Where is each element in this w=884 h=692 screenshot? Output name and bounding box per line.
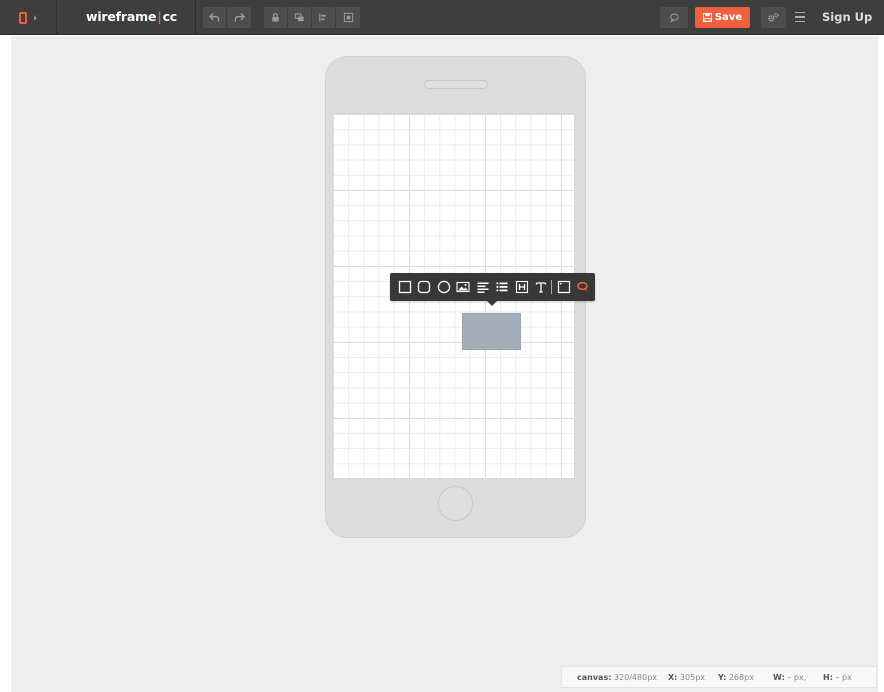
lock-button[interactable] bbox=[264, 7, 288, 28]
paragraph-icon bbox=[477, 282, 489, 293]
status-h-label: H: bbox=[823, 673, 833, 682]
brand-logo-part: wireframe bbox=[86, 9, 157, 24]
status-h-value: – px bbox=[835, 673, 852, 682]
undo-button[interactable] bbox=[203, 7, 227, 28]
status-x: X: 305px bbox=[668, 673, 705, 682]
align-button[interactable] bbox=[312, 7, 336, 28]
settings-button[interactable] bbox=[761, 7, 786, 28]
status-w-value: – px, bbox=[787, 673, 807, 682]
add-image-button[interactable] bbox=[454, 276, 474, 298]
heading-icon bbox=[515, 280, 528, 294]
square-icon bbox=[398, 280, 411, 294]
redo-icon bbox=[234, 13, 245, 22]
brand-logo: wireframe | cc bbox=[86, 9, 177, 24]
save-button-label: Save bbox=[714, 12, 743, 23]
divider bbox=[195, 0, 196, 35]
save-icon bbox=[702, 13, 712, 22]
top-bar: wireframe | cc Save Sign Up bbox=[0, 0, 884, 35]
center-button[interactable] bbox=[336, 7, 360, 28]
brand-logo-part: cc bbox=[162, 9, 178, 24]
phone-speaker bbox=[424, 80, 488, 89]
sign-up-link[interactable]: Sign Up bbox=[822, 10, 872, 24]
brand-logo-pipe: | bbox=[157, 9, 162, 24]
rounded-square-icon bbox=[418, 280, 431, 294]
status-y: Y: 268px bbox=[718, 673, 754, 682]
status-x-label: X: bbox=[668, 673, 678, 682]
image-icon bbox=[456, 281, 470, 293]
device-selector-button[interactable] bbox=[0, 0, 57, 35]
status-canvas-value: 320/480px bbox=[613, 673, 658, 682]
save-button[interactable]: Save bbox=[695, 7, 750, 28]
phone-icon bbox=[19, 11, 27, 24]
browser-box-icon bbox=[557, 280, 570, 294]
phone-home-button bbox=[438, 486, 473, 521]
status-h: H: – px bbox=[823, 673, 852, 682]
add-heading-button[interactable] bbox=[512, 276, 532, 298]
bring-forward-button[interactable] bbox=[288, 7, 312, 28]
add-comment-button[interactable] bbox=[574, 276, 594, 298]
add-circle-button[interactable] bbox=[434, 276, 454, 298]
history-group bbox=[203, 7, 251, 28]
selected-element[interactable] bbox=[462, 313, 521, 350]
add-paragraph-button[interactable] bbox=[473, 276, 493, 298]
app: wireframe | cc Save Sign Up canvas: 320/… bbox=[0, 0, 884, 692]
arrange-group bbox=[264, 7, 360, 28]
undo-icon bbox=[209, 13, 220, 22]
status-w-label: W: bbox=[773, 673, 785, 682]
align-left-icon bbox=[319, 13, 326, 22]
comment-icon bbox=[577, 281, 589, 292]
text-icon bbox=[536, 282, 547, 293]
element-picker-popup bbox=[390, 273, 595, 306]
gears-icon bbox=[768, 12, 779, 22]
redo-button[interactable] bbox=[227, 7, 251, 28]
comment-icon bbox=[669, 13, 679, 23]
status-bar: canvas: 320/480px X: 305px Y: 268px W: –… bbox=[561, 666, 877, 688]
menu-icon[interactable] bbox=[795, 10, 809, 24]
add-browser-box-button[interactable] bbox=[554, 276, 574, 298]
status-canvas-label: canvas: bbox=[577, 673, 612, 682]
center-icon bbox=[343, 12, 353, 23]
status-canvas: canvas: 320/480px bbox=[577, 673, 657, 682]
lock-icon bbox=[272, 13, 279, 22]
status-w: W: – px, bbox=[773, 673, 806, 682]
status-y-value: 268px bbox=[728, 673, 754, 682]
add-rounded-rectangle-button[interactable] bbox=[415, 276, 435, 298]
comments-button[interactable] bbox=[660, 7, 688, 28]
circle-icon bbox=[437, 280, 450, 294]
add-text-button[interactable] bbox=[532, 276, 552, 298]
status-y-label: Y: bbox=[718, 673, 727, 682]
add-list-button[interactable] bbox=[493, 276, 513, 298]
add-rectangle-button[interactable] bbox=[395, 276, 415, 298]
list-icon bbox=[496, 282, 508, 292]
popup-divider bbox=[551, 280, 552, 294]
caret-right-icon bbox=[34, 14, 37, 21]
layers-icon bbox=[294, 13, 304, 22]
status-x-value: 305px bbox=[679, 673, 706, 682]
